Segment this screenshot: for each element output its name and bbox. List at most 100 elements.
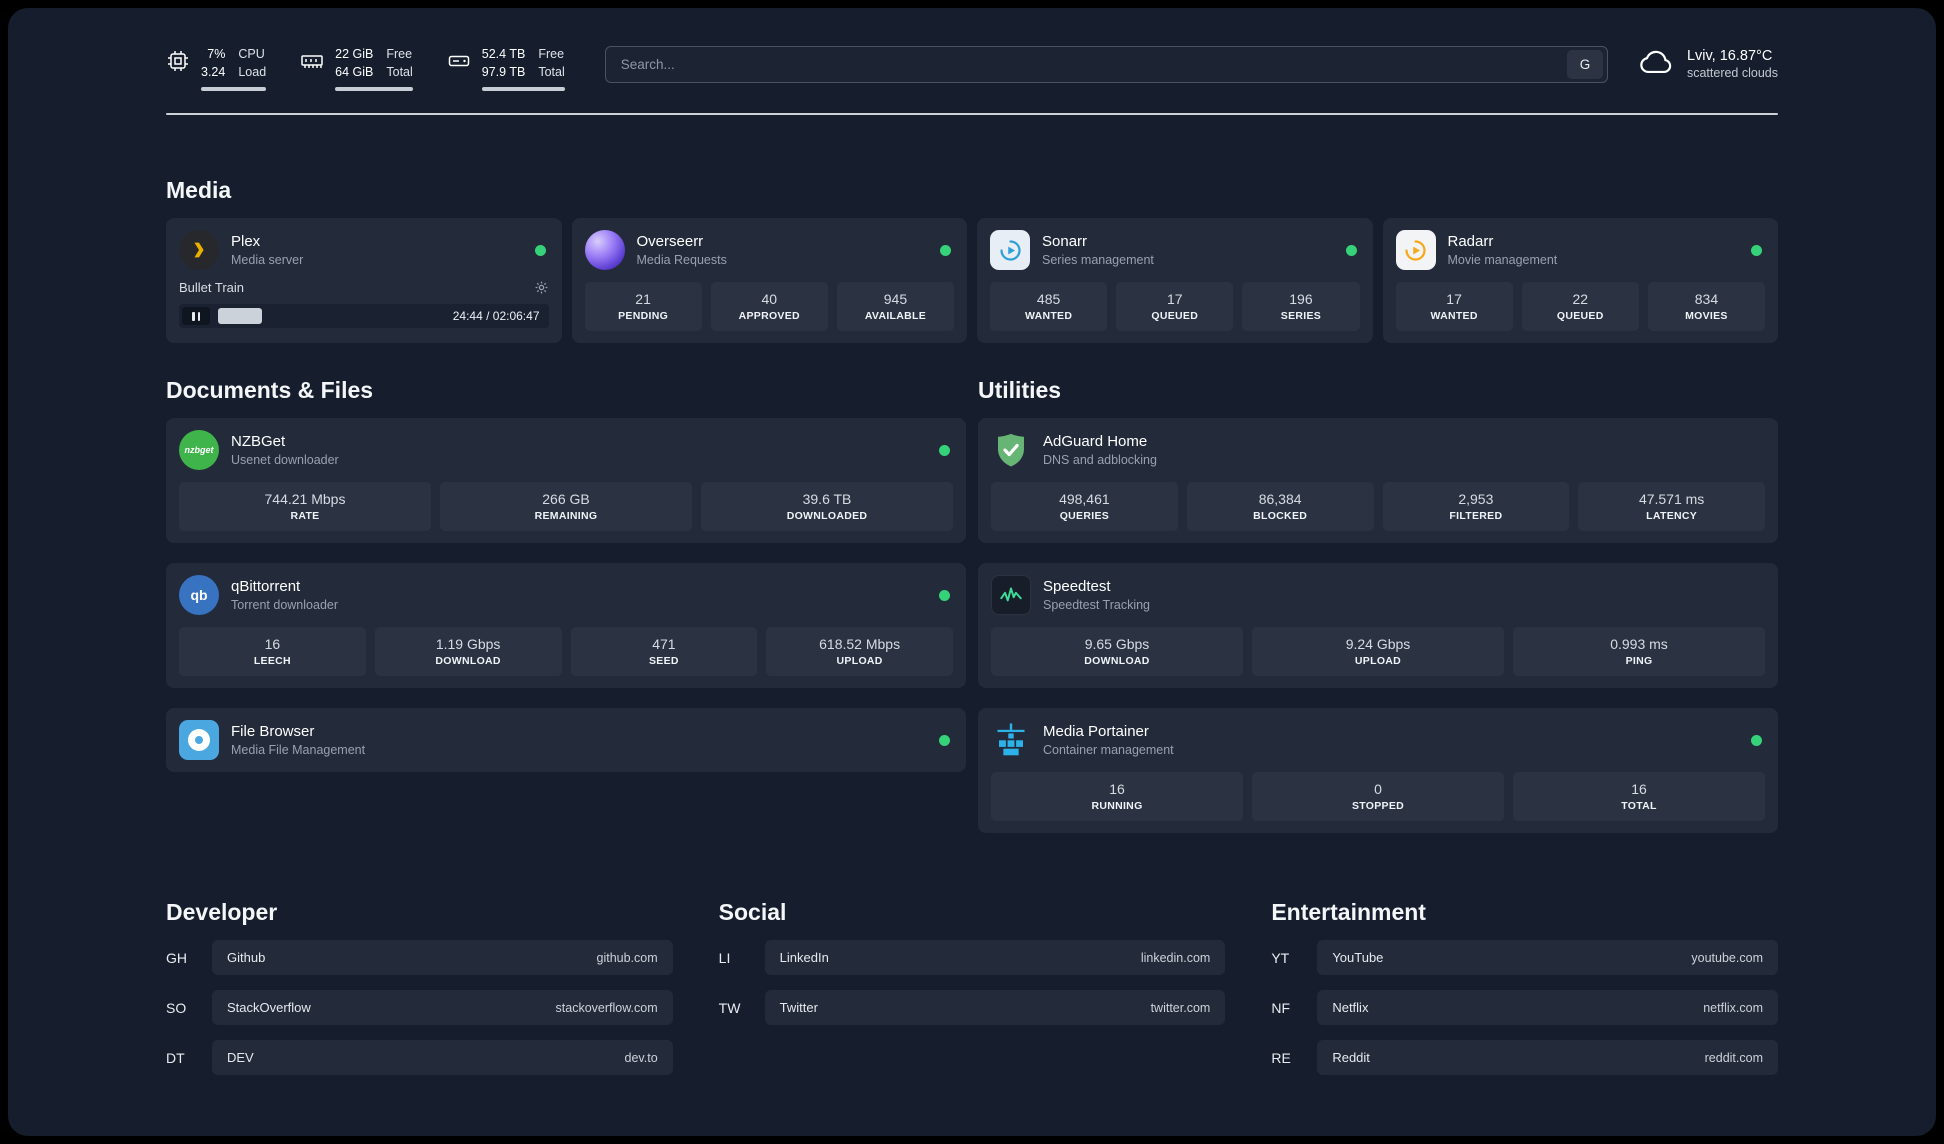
nzbget-card[interactable]: nzbget NZBGet Usenet downloader 744.21 M… <box>166 418 966 543</box>
qbittorrent-icon-text: qb <box>190 587 208 603</box>
weather-widget[interactable]: Lviv, 16.87°C scattered clouds <box>1636 46 1778 81</box>
bookmark-dev[interactable]: DEV dev.to <box>212 1040 673 1075</box>
bookmark-abbr: SO <box>166 999 187 1016</box>
search-input[interactable] <box>604 46 1608 83</box>
stat-label: LATENCY <box>1646 510 1698 522</box>
progress-track[interactable] <box>218 308 445 324</box>
stat-value: 0 <box>1374 781 1382 797</box>
stat-approved: 40 APPROVED <box>710 282 828 331</box>
stat-label: WANTED <box>1024 310 1073 322</box>
topbar-divider <box>166 113 1778 115</box>
bookmark-url: netflix.com <box>1703 1000 1763 1015</box>
stat-value: 196 <box>1289 291 1313 307</box>
stat-label: UPLOAD <box>1354 655 1402 667</box>
stat-label: RATE <box>290 510 320 522</box>
cpu-load-label: Load <box>238 64 267 79</box>
bookmark-linkedin[interactable]: LinkedIn linkedin.com <box>764 940 1226 975</box>
portainer-card[interactable]: Media Portainer Container management 16 … <box>978 708 1778 833</box>
stat-queued: 17 QUEUED <box>1116 282 1234 331</box>
bookmark-row: NF Netflix netflix.com <box>1271 990 1778 1025</box>
documents-column: Documents & Files nzbget NZBGet Usenet d… <box>166 377 966 772</box>
bookmark-row: SO StackOverflow stackoverflow.com <box>166 990 673 1025</box>
disk-total-value: 97.9 TB <box>481 64 526 79</box>
stat-label: BLOCKED <box>1253 510 1308 522</box>
stat-remaining: 266 GB REMAINING <box>440 482 692 531</box>
filebrowser-card[interactable]: File Browser Media File Management <box>166 708 966 772</box>
bookmark-name: YouTube <box>1332 950 1384 965</box>
bookmark-reddit[interactable]: Reddit reddit.com <box>1317 1040 1778 1075</box>
bookmark-github[interactable]: Github github.com <box>212 940 673 975</box>
stat-blocked: 86,384 BLOCKED <box>1186 482 1374 531</box>
stat-value: 471 <box>652 636 676 652</box>
app-subtitle: Torrent downloader <box>231 598 339 612</box>
app-name: qBittorrent <box>231 578 301 595</box>
stat-label: UPLOAD <box>836 655 883 667</box>
radarr-icon <box>1395 230 1436 270</box>
qbittorrent-card[interactable]: qb qBittorrent Torrent downloader 16 LEE… <box>166 563 966 688</box>
stat-upload: 618.52 Mbps UPLOAD <box>766 627 953 676</box>
pause-button[interactable] <box>182 307 210 325</box>
stat-value: 266 GB <box>542 491 590 507</box>
stat-ping: 0.993 ms PING <box>1513 627 1765 676</box>
settings-gear-icon[interactable] <box>534 280 549 295</box>
middle-grid: Documents & Files nzbget NZBGet Usenet d… <box>166 377 1778 833</box>
bookmark-name: StackOverflow <box>227 1000 311 1015</box>
bookmark-twitter[interactable]: Twitter twitter.com <box>764 990 1226 1025</box>
bookmark-name: Netflix <box>1332 1000 1369 1015</box>
stat-label: MOVIES <box>1685 310 1728 322</box>
app-subtitle: Usenet downloader <box>231 453 339 467</box>
ram-usage-bar <box>335 87 413 91</box>
dashboard-page: 7% 3.24 CPU Load 22 GiB 64 GiB Free Tota… <box>8 8 1936 1136</box>
sonarr-card[interactable]: Sonarr Series management 485 WANTED 17 Q… <box>977 218 1373 343</box>
section-title-entertainment: Entertainment <box>1271 899 1426 925</box>
stat-label: STOPPED <box>1351 800 1405 812</box>
weather-text: Lviv, 16.87°C scattered clouds <box>1687 48 1778 80</box>
bookmark-youtube[interactable]: YouTube youtube.com <box>1317 940 1778 975</box>
stat-label: LEECH <box>253 655 291 667</box>
app-subtitle: Speedtest Tracking <box>1043 598 1151 612</box>
app-name: AdGuard Home <box>1043 433 1148 450</box>
app-subtitle: Media File Management <box>231 743 366 757</box>
bookmark-netflix[interactable]: Netflix netflix.com <box>1317 990 1778 1025</box>
app-subtitle: Media Requests <box>636 253 727 267</box>
bookmark-row: DT DEV dev.to <box>166 1040 673 1075</box>
section-title-documents: Documents & Files <box>166 377 374 403</box>
overseerr-card[interactable]: Overseerr Media Requests 21 PENDING 40 A… <box>571 218 967 343</box>
now-playing-title: Bullet Train <box>179 280 245 295</box>
adguard-shield-icon <box>991 430 1031 470</box>
bookmark-row: GH Github github.com <box>166 940 673 975</box>
media-grid: Plex Media server Bullet Train 24:44 / 0… <box>166 218 1778 343</box>
stat-value: 16 <box>264 636 281 652</box>
stat-total: 16 TOTAL <box>1513 772 1765 821</box>
stat-value: 945 <box>883 291 908 307</box>
portainer-crane-icon <box>991 720 1031 760</box>
bookmark-row: RE Reddit reddit.com <box>1271 1040 1778 1075</box>
cloud-icon <box>1636 46 1676 81</box>
stat-value: 40 <box>761 291 778 307</box>
stat-value: 22 <box>1572 291 1589 307</box>
radarr-card[interactable]: Radarr Movie management 17 WANTED 22 QUE… <box>1382 218 1778 343</box>
stat-value: 744.21 Mbps <box>264 491 346 507</box>
plex-card[interactable]: Plex Media server Bullet Train 24:44 / 0… <box>166 218 562 343</box>
bookmark-abbr: RE <box>1271 1049 1291 1066</box>
stat-running: 16 RUNNING <box>991 772 1243 821</box>
ram-total-value: 64 GiB <box>335 64 374 79</box>
stat-label: QUERIES <box>1059 510 1110 522</box>
weather-condition: scattered clouds <box>1686 65 1778 80</box>
app-subtitle: Media server <box>231 253 304 267</box>
stat-label: TOTAL <box>1621 800 1657 812</box>
bookmark-name: Github <box>227 950 266 965</box>
bookmarks-grid: Developer GH Github github.com SO StackO… <box>166 899 1778 1090</box>
stat-available: 945 AVAILABLE <box>836 282 955 331</box>
adguard-card[interactable]: AdGuard Home DNS and adblocking 498,461 … <box>978 418 1778 543</box>
search-engine-button[interactable]: G <box>1566 50 1603 79</box>
app-name: File Browser <box>231 723 315 740</box>
speedtest-card[interactable]: Speedtest Speedtest Tracking 9.65 Gbps D… <box>978 563 1778 688</box>
bookmark-name: Twitter <box>779 1000 818 1015</box>
stat-label: WANTED <box>1430 310 1478 322</box>
app-name: Sonarr <box>1042 233 1088 250</box>
stat-label: DOWNLOAD <box>1084 655 1150 667</box>
cpu-label: CPU <box>238 47 265 61</box>
stat-downloaded: 39.6 TB DOWNLOADED <box>701 482 953 531</box>
bookmark-stackoverflow[interactable]: StackOverflow stackoverflow.com <box>212 990 673 1025</box>
